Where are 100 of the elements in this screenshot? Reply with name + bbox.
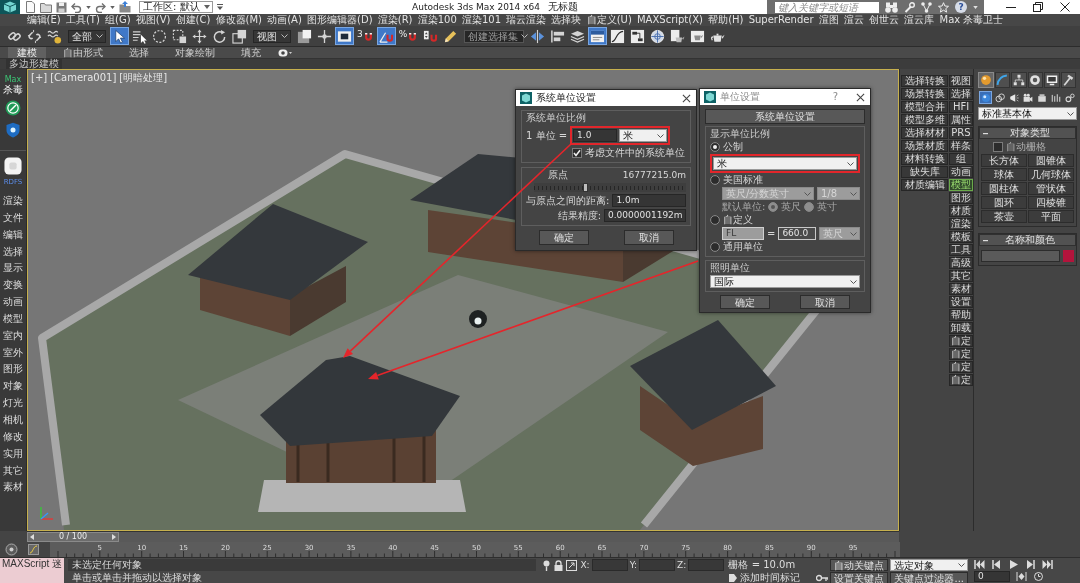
radio-button[interactable]	[710, 142, 720, 152]
undo-arrow-icon[interactable]	[71, 1, 82, 13]
menu-item[interactable]: 工具(T)	[63, 14, 103, 26]
tag-icon[interactable]	[728, 573, 739, 583]
redo-arrow-icon[interactable]	[95, 1, 106, 13]
radio-button[interactable]	[710, 215, 720, 225]
category-button[interactable]: 选择	[949, 88, 973, 100]
category-tab[interactable]	[979, 91, 992, 104]
unit-name-field[interactable]: FL	[722, 227, 764, 240]
plugin-button[interactable]: 模型合并	[901, 101, 948, 113]
menu-item[interactable]: SuperRender	[746, 14, 817, 26]
toggle-icon[interactable]	[278, 48, 292, 57]
category-button[interactable]: 组	[949, 153, 973, 165]
sidebar-item[interactable]: 渲染	[3, 195, 23, 207]
menu-item[interactable]: 组(G)	[102, 14, 134, 26]
viewport-menu-label[interactable]: [明暗处理]	[119, 72, 168, 84]
project-folder-icon[interactable]	[119, 1, 131, 13]
category-button[interactable]: 自定	[949, 361, 973, 373]
star-icon[interactable]	[938, 1, 949, 13]
restore-icon[interactable]	[1033, 2, 1043, 12]
category-button[interactable]: 高级	[949, 257, 973, 269]
sidebar-item[interactable]: 对象	[3, 380, 23, 393]
category-tab[interactable]	[1063, 91, 1076, 104]
ok-button[interactable]: 确定	[720, 295, 770, 309]
category-button[interactable]: 自定	[949, 335, 973, 347]
menu-item[interactable]: 自定义(U)	[584, 14, 635, 26]
unit-value-field[interactable]: 1.0	[573, 129, 618, 142]
toolbar-button[interactable]: 3	[355, 27, 376, 45]
panel-tab[interactable]	[1060, 72, 1076, 88]
radio-button[interactable]	[768, 202, 779, 212]
auto-key-button[interactable]: 自动关键点	[830, 559, 889, 571]
diamond-bar-icon[interactable]	[1016, 572, 1027, 581]
object-type-button[interactable]: 四棱锥	[1028, 196, 1074, 209]
category-button[interactable]: 素材	[949, 283, 973, 295]
close-icon[interactable]	[856, 92, 865, 102]
sidebar-item[interactable]: 编辑	[3, 228, 23, 241]
wrench-icon[interactable]	[904, 1, 915, 13]
radio-label[interactable]: 通用单位	[723, 241, 763, 253]
toolbar-button[interactable]	[190, 27, 209, 45]
plugin-button[interactable]: 模型多维	[901, 114, 948, 126]
circle-icon[interactable]	[5, 543, 18, 556]
ribbon-tab[interactable]: 对象绘制	[166, 47, 224, 58]
plugin-button[interactable]: 场景转换	[901, 88, 948, 100]
name-field[interactable]	[981, 250, 1060, 262]
rollout-header[interactable]: 对象类型	[979, 127, 1076, 139]
sidebar-item[interactable]: 图形	[3, 363, 23, 376]
sidebar-item[interactable]: 选择	[3, 245, 23, 258]
toolbar-button[interactable]	[230, 27, 249, 45]
category-dropdown[interactable]: 标准基本体	[978, 107, 1077, 120]
binoculars-icon[interactable]	[885, 1, 898, 13]
viewport-menu-label[interactable]: [+]	[31, 72, 48, 84]
toolbar-button[interactable]	[170, 27, 189, 45]
menu-item[interactable]: 瑞云渲染	[503, 14, 549, 26]
menu-item[interactable]: 渲染(R)	[375, 14, 416, 26]
rounded-square-icon[interactable]	[4, 157, 22, 175]
object-type-button[interactable]: 茶壶	[981, 210, 1027, 223]
previous-frame-icon[interactable]	[991, 560, 1002, 569]
search-field[interactable]: 键入关键字或短语	[775, 1, 879, 13]
dropdown[interactable]: 创建选择集	[464, 29, 525, 43]
sidebar-item[interactable]: 变换	[3, 279, 23, 292]
radio-button[interactable]	[804, 202, 815, 212]
panel-tab[interactable]	[994, 72, 1010, 88]
time-slider-thumb[interactable]: 0 / 100	[27, 532, 119, 542]
sidebar-item[interactable]: 修改	[3, 430, 23, 443]
dropdown[interactable]: 全部	[68, 29, 106, 43]
checkbox[interactable]	[993, 142, 1003, 152]
close-icon[interactable]	[682, 93, 691, 103]
object-type-button[interactable]: 管状体	[1028, 182, 1074, 195]
unit-value-field[interactable]: 660.0	[778, 227, 817, 240]
close-icon[interactable]	[1060, 2, 1070, 12]
category-button[interactable]: 帮助	[949, 309, 973, 321]
toolbar-button[interactable]: %	[396, 27, 421, 45]
category-button[interactable]: 样条	[949, 140, 973, 152]
sidebar-item[interactable]: 文件	[3, 211, 23, 224]
plugin-button[interactable]: 选择材材	[901, 127, 948, 139]
sidebar-item[interactable]: 动画	[3, 296, 23, 309]
key-target-dropdown[interactable]: 选定对象	[890, 559, 968, 571]
caret-icon[interactable]	[217, 4, 223, 10]
toolbar-button[interactable]	[110, 27, 129, 45]
category-button[interactable]: 属性	[949, 114, 973, 126]
caret-icon[interactable]	[86, 5, 91, 9]
toolbar-button[interactable]	[588, 27, 608, 45]
sidebar-item[interactable]: 相机	[3, 413, 23, 426]
script-listener-field[interactable]: MAXScript 迷	[0, 558, 64, 583]
toolbar-button[interactable]	[376, 27, 396, 45]
sidebar-item[interactable]: 室内	[3, 329, 23, 342]
category-tab[interactable]	[993, 91, 1006, 104]
ribbon-tab[interactable]: 建模	[8, 47, 46, 58]
coordinate-field[interactable]	[688, 559, 725, 571]
toolbar-button[interactable]	[295, 27, 314, 45]
set-key-button[interactable]: 设置关键点	[830, 572, 889, 583]
plugin-button[interactable]: 材料转换	[901, 153, 948, 165]
object-type-button[interactable]: 平面	[1028, 210, 1074, 223]
next-frame-icon[interactable]	[1025, 560, 1036, 569]
sidebar-item[interactable]: 室外	[3, 346, 23, 359]
menu-item[interactable]: 创世云	[866, 14, 902, 26]
clock-icon[interactable]	[1033, 572, 1044, 581]
menu-item[interactable]: 渲云库	[901, 14, 937, 26]
unit-dropdown[interactable]: 米	[619, 129, 668, 142]
menu-item[interactable]: 渲染101	[459, 14, 504, 26]
